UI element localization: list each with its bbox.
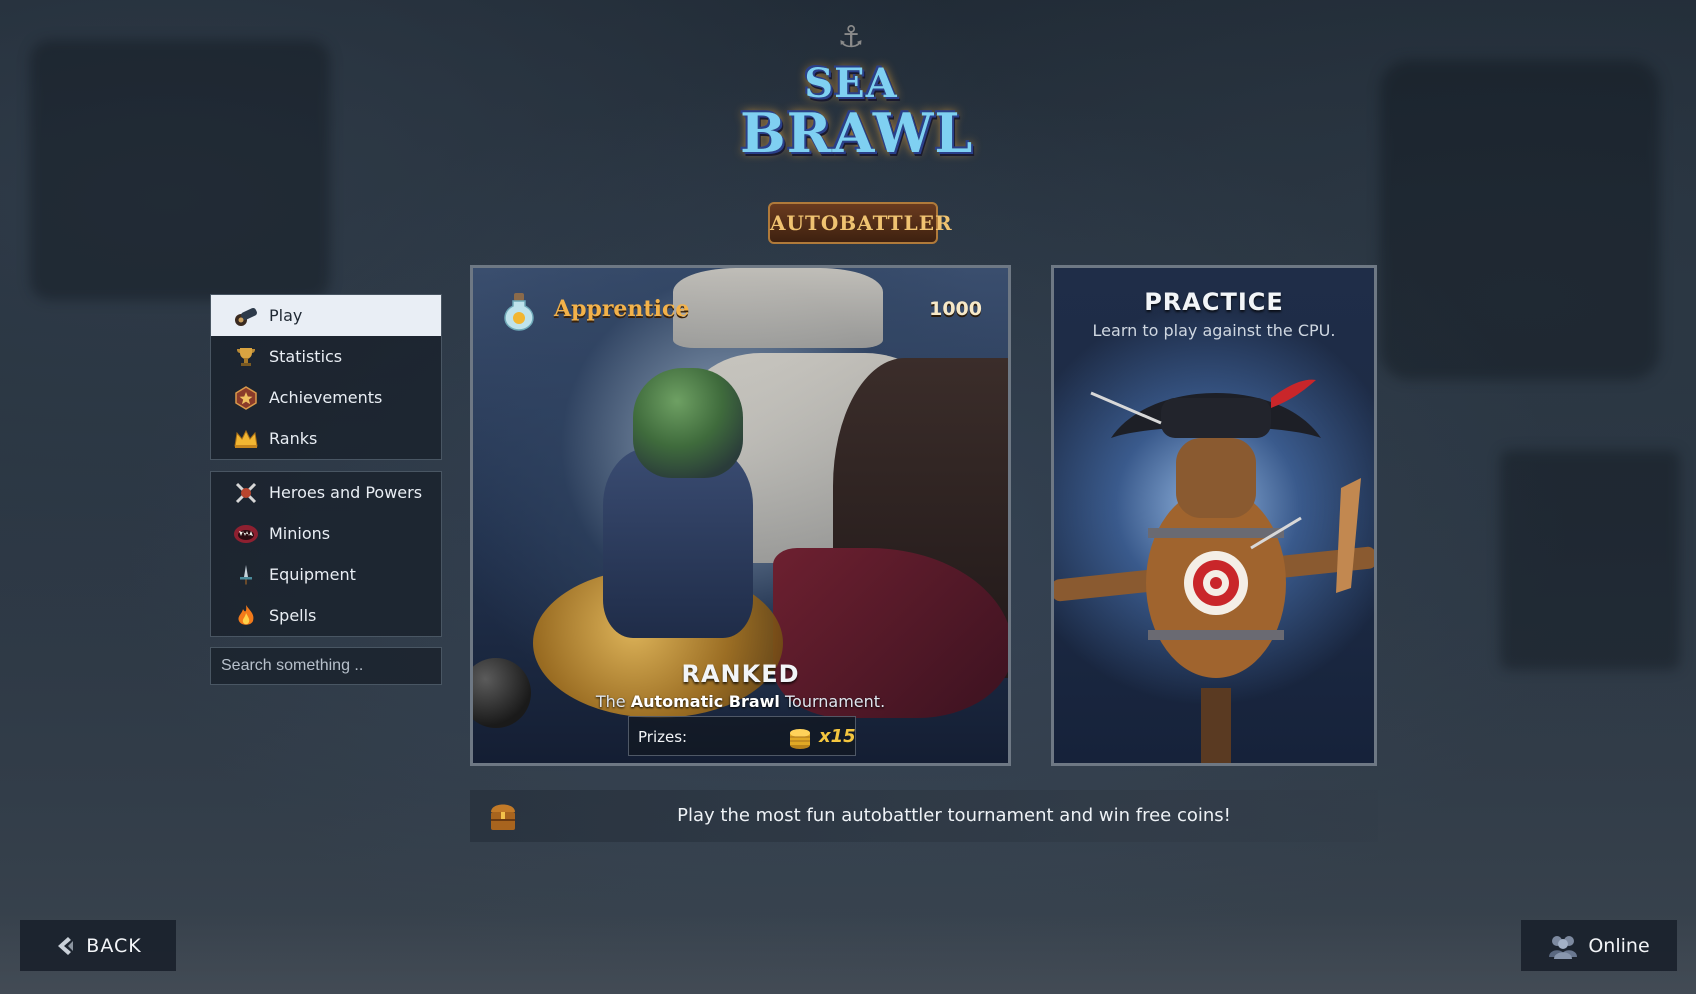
menu-item-label: Achievements [269, 388, 383, 407]
training-dummy-illustration [1054, 379, 1374, 763]
cannon-icon [233, 303, 259, 329]
tip-bar: Play the most fun autobattler tournament… [470, 790, 1378, 842]
game-logo: ⚓ SEA BRAWL AUTOBATTLER [740, 18, 974, 244]
menu-item-spells[interactable]: Spells [211, 595, 441, 636]
logo-title-line1: SEA [804, 60, 898, 107]
practice-description: Learn to play against the CPU. [1092, 321, 1336, 340]
rank-name: Apprentice [554, 296, 690, 322]
main-menu: Play Statistics Achievements Ranks [210, 294, 442, 460]
ranked-mode-card[interactable]: Apprentice 1000 RANKED The Automatic Bra… [470, 265, 1011, 766]
collection-menu: Heroes and Powers Minions Equipment Spel… [210, 471, 442, 637]
star-badge-icon [233, 385, 259, 411]
background-crate [1500, 450, 1680, 670]
menu-item-label: Ranks [269, 429, 318, 448]
ranked-description: The Automatic Brawl Tournament. [595, 692, 886, 711]
menu-item-statistics[interactable]: Statistics [211, 336, 441, 377]
back-button-label: BACK [86, 934, 142, 957]
goblin-character [633, 368, 743, 478]
dagger-icon [233, 562, 259, 588]
menu-item-play[interactable]: Play [211, 295, 441, 336]
trophy-icon [233, 344, 259, 370]
menu-item-ranks[interactable]: Ranks [211, 418, 441, 459]
search-input[interactable] [211, 648, 441, 684]
tip-text: Play the most fun autobattler tournament… [677, 805, 1231, 826]
practice-title: PRACTICE [1144, 288, 1284, 316]
menu-item-equipment[interactable]: Equipment [211, 554, 441, 595]
crossed-swords-icon [233, 480, 259, 506]
menu-item-label: Minions [269, 524, 331, 543]
monster-mouth-icon [233, 521, 259, 547]
practice-mode-card[interactable]: PRACTICE Learn to play against the CPU. [1051, 265, 1377, 766]
menu-item-achievements[interactable]: Achievements [211, 377, 441, 418]
background-ship-left [30, 40, 330, 300]
coin-stack-icon [790, 729, 810, 749]
search-box [210, 647, 442, 685]
online-status-label: Online [1588, 934, 1650, 957]
background-ship-right [1380, 60, 1660, 380]
menu-item-label: Play [269, 306, 303, 325]
anchor-icon: ⚓ [837, 20, 865, 55]
ranked-title: RANKED [681, 660, 800, 688]
menu-item-label: Heroes and Powers [269, 483, 423, 502]
menu-item-heroes-and-powers[interactable]: Heroes and Powers [211, 472, 441, 513]
back-button[interactable]: BACK [20, 920, 176, 971]
flame-icon [233, 603, 259, 629]
prizes-amount: x15 [819, 726, 856, 747]
players-icon [1549, 935, 1578, 959]
menu-item-label: Spells [269, 606, 317, 625]
background-haze [0, 914, 1696, 994]
prizes-box: Prizes: x15 [628, 716, 856, 756]
menu-item-label: Equipment [269, 565, 356, 584]
logo-title-line2: BRAWL [740, 101, 974, 165]
online-status[interactable]: Online [1521, 920, 1677, 971]
logo-banner: AUTOBATTLER [768, 202, 952, 244]
crown-icon [233, 426, 259, 452]
chevron-left-icon [58, 936, 74, 955]
potion-icon [504, 293, 534, 331]
ship-sail [673, 268, 883, 348]
menu-item-label: Statistics [269, 347, 343, 366]
rank-points: 1000 [929, 298, 982, 320]
prizes-label: Prizes: [638, 728, 688, 746]
menu-item-minions[interactable]: Minions [211, 513, 441, 554]
